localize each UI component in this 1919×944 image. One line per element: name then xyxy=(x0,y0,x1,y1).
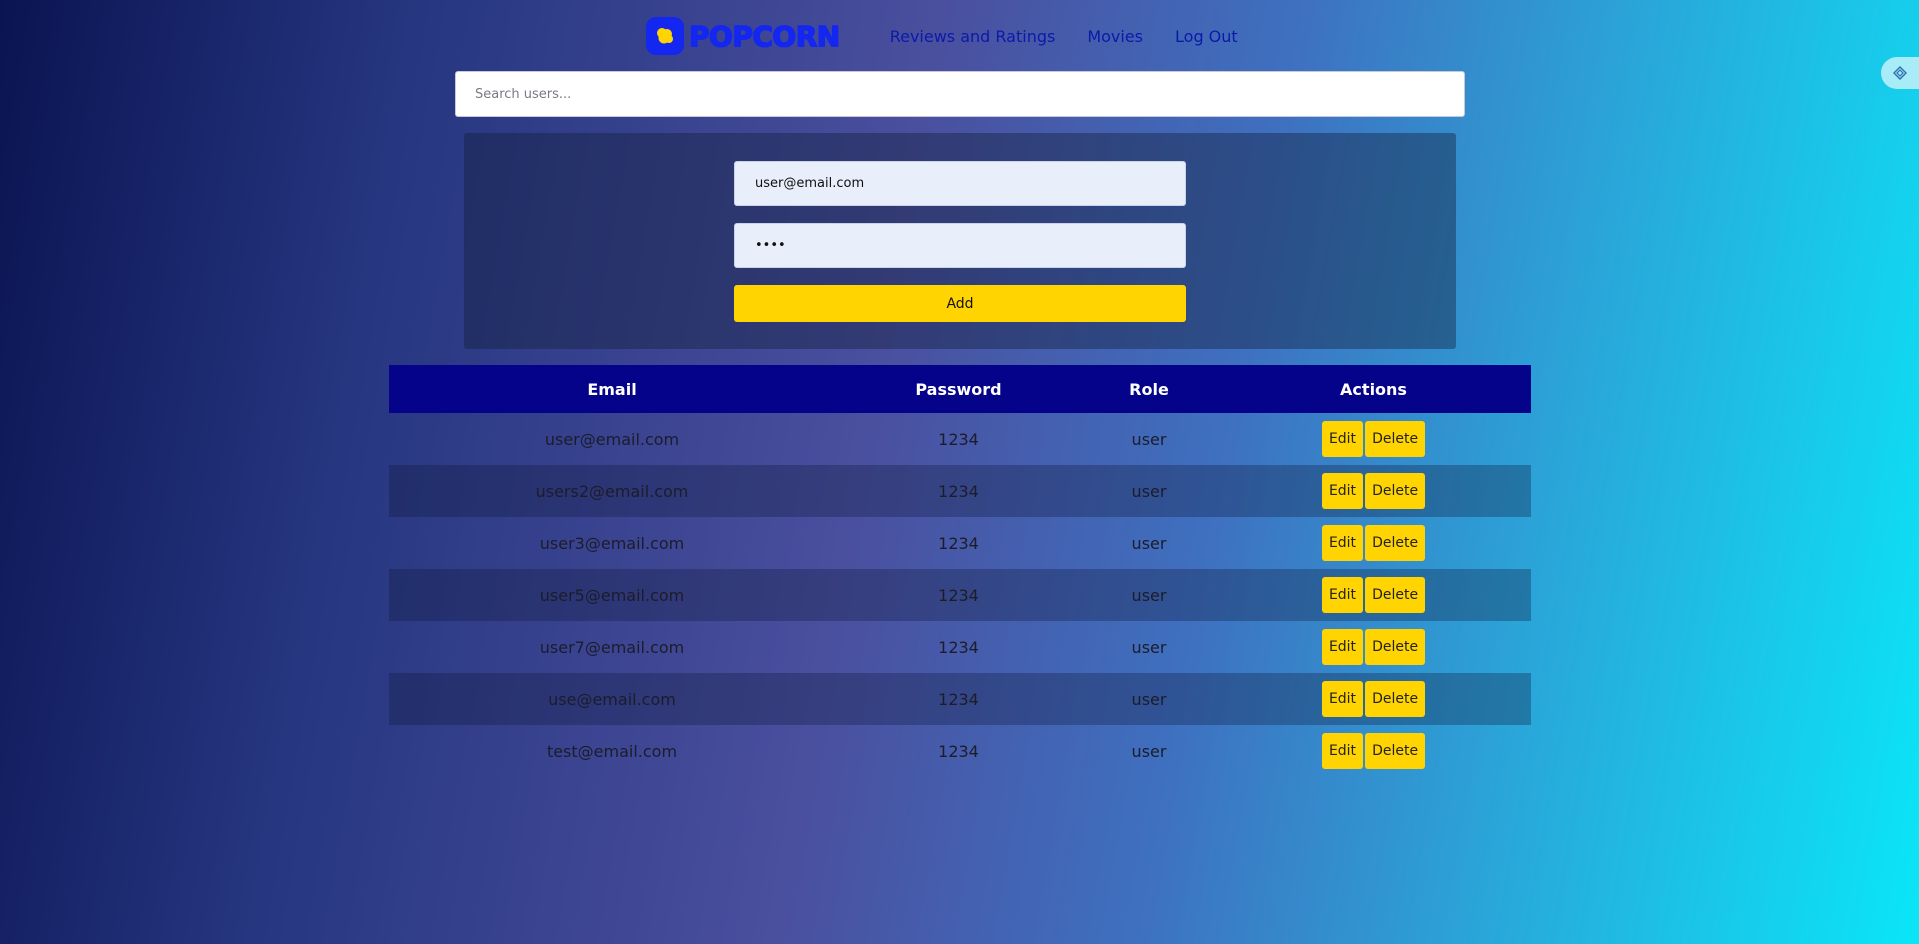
column-header-email: Email xyxy=(389,365,835,413)
edit-button[interactable]: Edit xyxy=(1321,473,1364,509)
cell-email: test@email.com xyxy=(546,741,678,761)
add-user-panel: Add xyxy=(464,133,1456,349)
table-row: user5@email.com 1234 user Edit Delete xyxy=(389,569,1531,621)
column-header-password: Password xyxy=(835,365,1082,413)
table-row: user7@email.com 1234 user Edit Delete xyxy=(389,621,1531,673)
cell-role: user xyxy=(1082,569,1216,621)
cell-actions: Edit Delete xyxy=(1216,725,1531,777)
table-header-row: Email Password Role Actions xyxy=(389,365,1531,413)
cell-actions: Edit Delete xyxy=(1216,621,1531,673)
cell-actions: Edit Delete xyxy=(1216,569,1531,621)
nav-movies[interactable]: Movies xyxy=(1087,27,1143,46)
cell-actions: Edit Delete xyxy=(1216,673,1531,725)
search-input[interactable] xyxy=(455,71,1465,117)
table-row: use@email.com 1234 user Edit Delete xyxy=(389,673,1531,725)
extension-icon[interactable] xyxy=(1881,57,1919,89)
top-header: POPCORN Reviews and Ratings Movies Log O… xyxy=(646,16,1270,56)
cell-email: user3@email.com xyxy=(539,533,685,553)
delete-button[interactable]: Delete xyxy=(1365,577,1426,613)
column-header-actions: Actions xyxy=(1216,365,1531,413)
cell-role: user xyxy=(1131,741,1167,761)
cell-role: user xyxy=(1082,673,1216,725)
cell-role: user xyxy=(1082,465,1216,517)
cell-email: user@email.com xyxy=(544,429,680,449)
table-row: user3@email.com 1234 user Edit Delete xyxy=(389,517,1531,569)
delete-button[interactable]: Delete xyxy=(1365,629,1426,665)
cell-password: 1234 xyxy=(938,637,979,657)
edit-button[interactable]: Edit xyxy=(1321,421,1364,457)
delete-button[interactable]: Delete xyxy=(1365,525,1426,561)
cell-role: user xyxy=(1131,637,1167,657)
cell-actions: Edit Delete xyxy=(1216,465,1531,517)
email-field[interactable] xyxy=(734,161,1186,206)
table-row: users2@email.com 1234 user Edit Delete xyxy=(389,465,1531,517)
cell-role: user xyxy=(1131,533,1167,553)
cell-email: user7@email.com xyxy=(539,637,685,657)
edit-button[interactable]: Edit xyxy=(1321,681,1364,717)
users-table: Email Password Role Actions user@email.c… xyxy=(389,365,1531,777)
logo-text: POPCORN xyxy=(688,19,841,54)
cell-password: 1234 xyxy=(835,673,1082,725)
cell-actions: Edit Delete xyxy=(1216,413,1531,465)
popcorn-icon xyxy=(646,17,684,55)
edit-button[interactable]: Edit xyxy=(1321,629,1364,665)
add-button[interactable]: Add xyxy=(734,285,1186,322)
edit-button[interactable]: Edit xyxy=(1321,525,1364,561)
nav-reviews-and-ratings[interactable]: Reviews and Ratings xyxy=(890,27,1056,46)
delete-button[interactable]: Delete xyxy=(1365,473,1426,509)
delete-button[interactable]: Delete xyxy=(1365,681,1426,717)
nav-log-out[interactable]: Log Out xyxy=(1175,27,1238,46)
edit-button[interactable]: Edit xyxy=(1321,577,1364,613)
cell-email: use@email.com xyxy=(389,673,835,725)
cell-password: 1234 xyxy=(938,429,979,449)
column-header-role: Role xyxy=(1082,365,1216,413)
cell-email: user5@email.com xyxy=(389,569,835,621)
main-nav: Reviews and Ratings Movies Log Out xyxy=(890,27,1270,46)
cell-password: 1234 xyxy=(938,533,979,553)
logo[interactable]: POPCORN xyxy=(646,17,841,55)
cell-actions: Edit Delete xyxy=(1216,517,1531,569)
password-field[interactable] xyxy=(734,223,1186,268)
delete-button[interactable]: Delete xyxy=(1365,733,1426,769)
cell-password: 1234 xyxy=(938,741,979,761)
cell-role: user xyxy=(1131,429,1167,449)
cell-password: 1234 xyxy=(835,465,1082,517)
delete-button[interactable]: Delete xyxy=(1365,421,1426,457)
cell-email: users2@email.com xyxy=(389,465,835,517)
edit-button[interactable]: Edit xyxy=(1321,733,1364,769)
cell-password: 1234 xyxy=(835,569,1082,621)
table-row: test@email.com 1234 user Edit Delete xyxy=(389,725,1531,777)
table-row: user@email.com 1234 user Edit Delete xyxy=(389,413,1531,465)
